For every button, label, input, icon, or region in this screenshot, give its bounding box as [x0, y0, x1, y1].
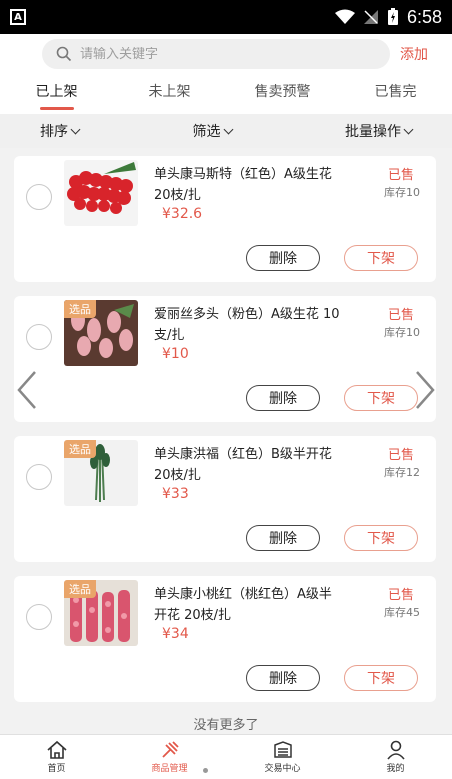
search-input[interactable]: [80, 46, 340, 62]
stock-label: 库存12: [384, 466, 420, 479]
delete-button[interactable]: 删除: [246, 245, 320, 271]
trade-center-icon: [273, 741, 292, 758]
tab-listed[interactable]: 已上架: [0, 74, 113, 114]
clock: 6:58: [406, 6, 442, 27]
tab-sale-warning[interactable]: 售卖预警: [226, 74, 339, 114]
stock-label: 库存10: [384, 326, 420, 339]
product-image: 选品: [64, 300, 138, 366]
product-manage-icon: [161, 741, 179, 758]
product-card[interactable]: 选品 单头康洪福（红色）B级半开花 20枝/扎 ¥33 已售 库存12 删除 下…: [14, 436, 436, 562]
filter-label: 筛选: [192, 124, 221, 140]
battery-icon: [387, 8, 398, 25]
chevron-left-icon[interactable]: [16, 370, 38, 410]
tab-sold-out[interactable]: 已售完: [339, 74, 452, 114]
nav-mine[interactable]: 我的: [339, 735, 452, 779]
chevron-down-icon: [223, 124, 233, 134]
chevron-down-icon: [403, 124, 414, 134]
user-icon: [386, 740, 405, 760]
batch-dropdown[interactable]: 批量操作: [345, 121, 414, 141]
search-bar: 添加: [0, 34, 452, 74]
select-checkbox[interactable]: [26, 184, 52, 210]
sort-dropdown[interactable]: 排序: [40, 121, 81, 141]
stock-label: 库存10: [384, 186, 420, 199]
search-icon: [56, 46, 72, 62]
nav-label: 首页: [47, 764, 66, 774]
product-title: 单头康洪福（红色）B级半开花 20枝/扎: [154, 447, 332, 483]
tab-unlisted[interactable]: 未上架: [113, 74, 226, 114]
off-shelf-button[interactable]: 下架: [344, 385, 418, 411]
sold-label: 已售: [387, 168, 414, 183]
nav-home[interactable]: 首页: [0, 735, 113, 779]
chevron-right-icon[interactable]: [414, 370, 436, 410]
stock-label: 库存45: [384, 606, 420, 619]
sold-label: 已售: [387, 308, 414, 323]
bottom-nav: 首页 商品管理 交易中心 我的: [0, 734, 452, 779]
select-checkbox[interactable]: [26, 324, 52, 350]
selected-tag: 选品: [64, 300, 96, 318]
delete-button[interactable]: 删除: [246, 385, 320, 411]
product-card[interactable]: 单头康马斯特（红色）A级生花 20枝/扎 ¥32.6 已售 库存10 删除 下架: [14, 156, 436, 282]
selected-tag: 选品: [64, 580, 96, 598]
add-button[interactable]: 添加: [400, 44, 428, 64]
search-box[interactable]: [42, 39, 390, 69]
chevron-down-icon: [70, 124, 81, 134]
status-bar: A 6:58: [0, 0, 452, 34]
product-image: [64, 160, 138, 226]
nav-label: 我的: [386, 764, 405, 774]
product-list: 单头康马斯特（红色）A级生花 20枝/扎 ¥32.6 已售 库存10 删除 下架…: [14, 156, 436, 716]
home-icon: [46, 740, 67, 759]
delete-button[interactable]: 删除: [246, 525, 320, 551]
product-card[interactable]: 选品 爱丽丝多头（粉色）A级生花 10支/扎 ¥10 已售 库存10 删除 下架: [14, 296, 436, 422]
no-more-text: 没有更多了: [193, 718, 259, 733]
nav-trade-center[interactable]: 交易中心: [226, 735, 339, 779]
product-price: ¥33: [162, 486, 189, 502]
selected-tag: 选品: [64, 440, 96, 458]
nav-product-manage[interactable]: 商品管理: [113, 735, 226, 779]
filter-dropdown[interactable]: 筛选: [192, 121, 233, 141]
sold-label: 已售: [387, 588, 414, 603]
sort-label: 排序: [40, 124, 68, 140]
select-checkbox[interactable]: [26, 464, 52, 490]
product-card[interactable]: 选品 单头康小桃红（桃红色）A级半开花 20枝/扎 ¥34 已售 库存45 删除…: [14, 576, 436, 702]
nav-label: 商品管理: [151, 764, 188, 774]
product-price: ¥10: [162, 346, 189, 362]
product-title: 单头康马斯特（红色）A级生花 20枝/扎: [154, 167, 332, 203]
product-title: 爱丽丝多头（粉色）A级生花 10支/扎: [154, 307, 340, 343]
wifi-icon: [334, 9, 355, 24]
filter-bar: 排序 筛选 批量操作: [0, 114, 452, 148]
select-checkbox[interactable]: [26, 604, 52, 630]
off-shelf-button[interactable]: 下架: [344, 665, 418, 691]
product-price: ¥34: [162, 626, 189, 642]
product-image: 选品: [64, 440, 138, 506]
product-price: ¥32.6: [162, 206, 203, 222]
nav-label: 交易中心: [264, 764, 301, 774]
sold-label: 已售: [387, 448, 414, 463]
page-indicator-dot: [203, 768, 208, 773]
no-signal-icon: [363, 10, 378, 24]
status-tabs: 已上架 未上架 售卖预警 已售完: [0, 74, 452, 114]
product-title: 单头康小桃红（桃红色）A级半开花 20枝/扎: [154, 587, 332, 623]
batch-label: 批量操作: [345, 124, 401, 140]
notification-a-icon: A: [10, 9, 26, 25]
delete-button[interactable]: 删除: [246, 665, 320, 691]
off-shelf-button[interactable]: 下架: [344, 245, 418, 271]
off-shelf-button[interactable]: 下架: [344, 525, 418, 551]
product-image: 选品: [64, 580, 138, 646]
